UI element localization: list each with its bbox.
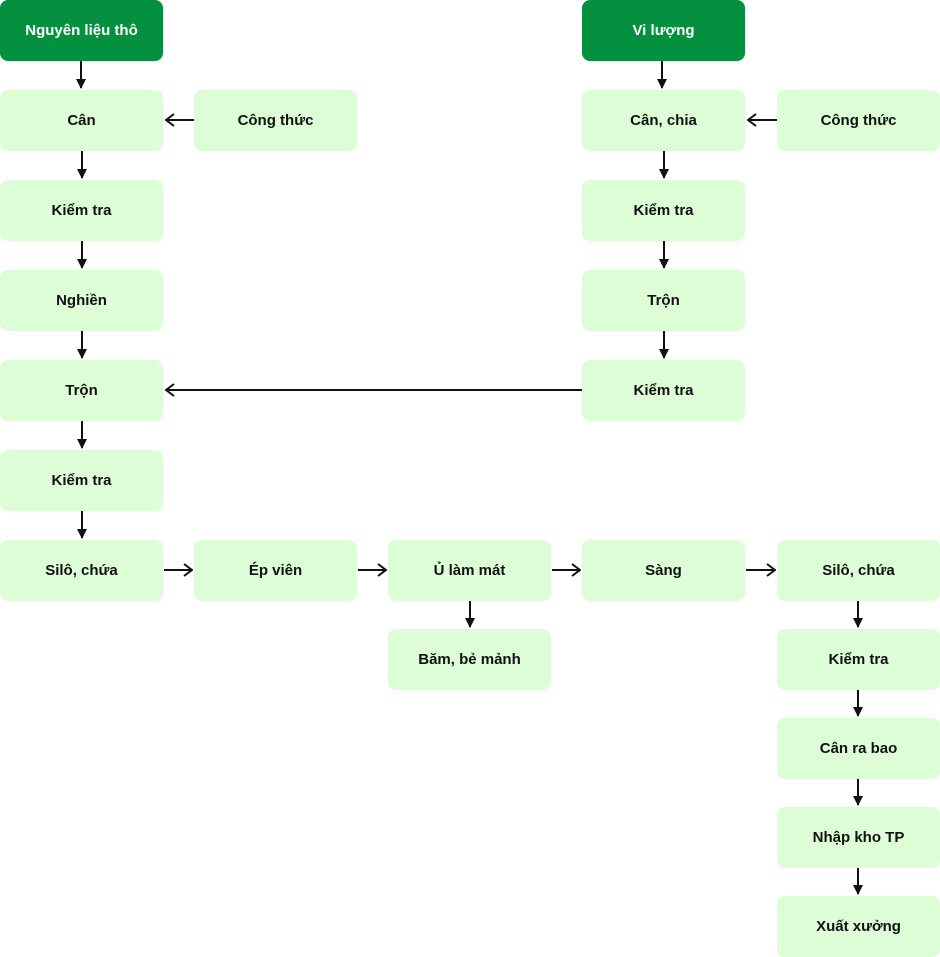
connectors [76, 61, 863, 895]
